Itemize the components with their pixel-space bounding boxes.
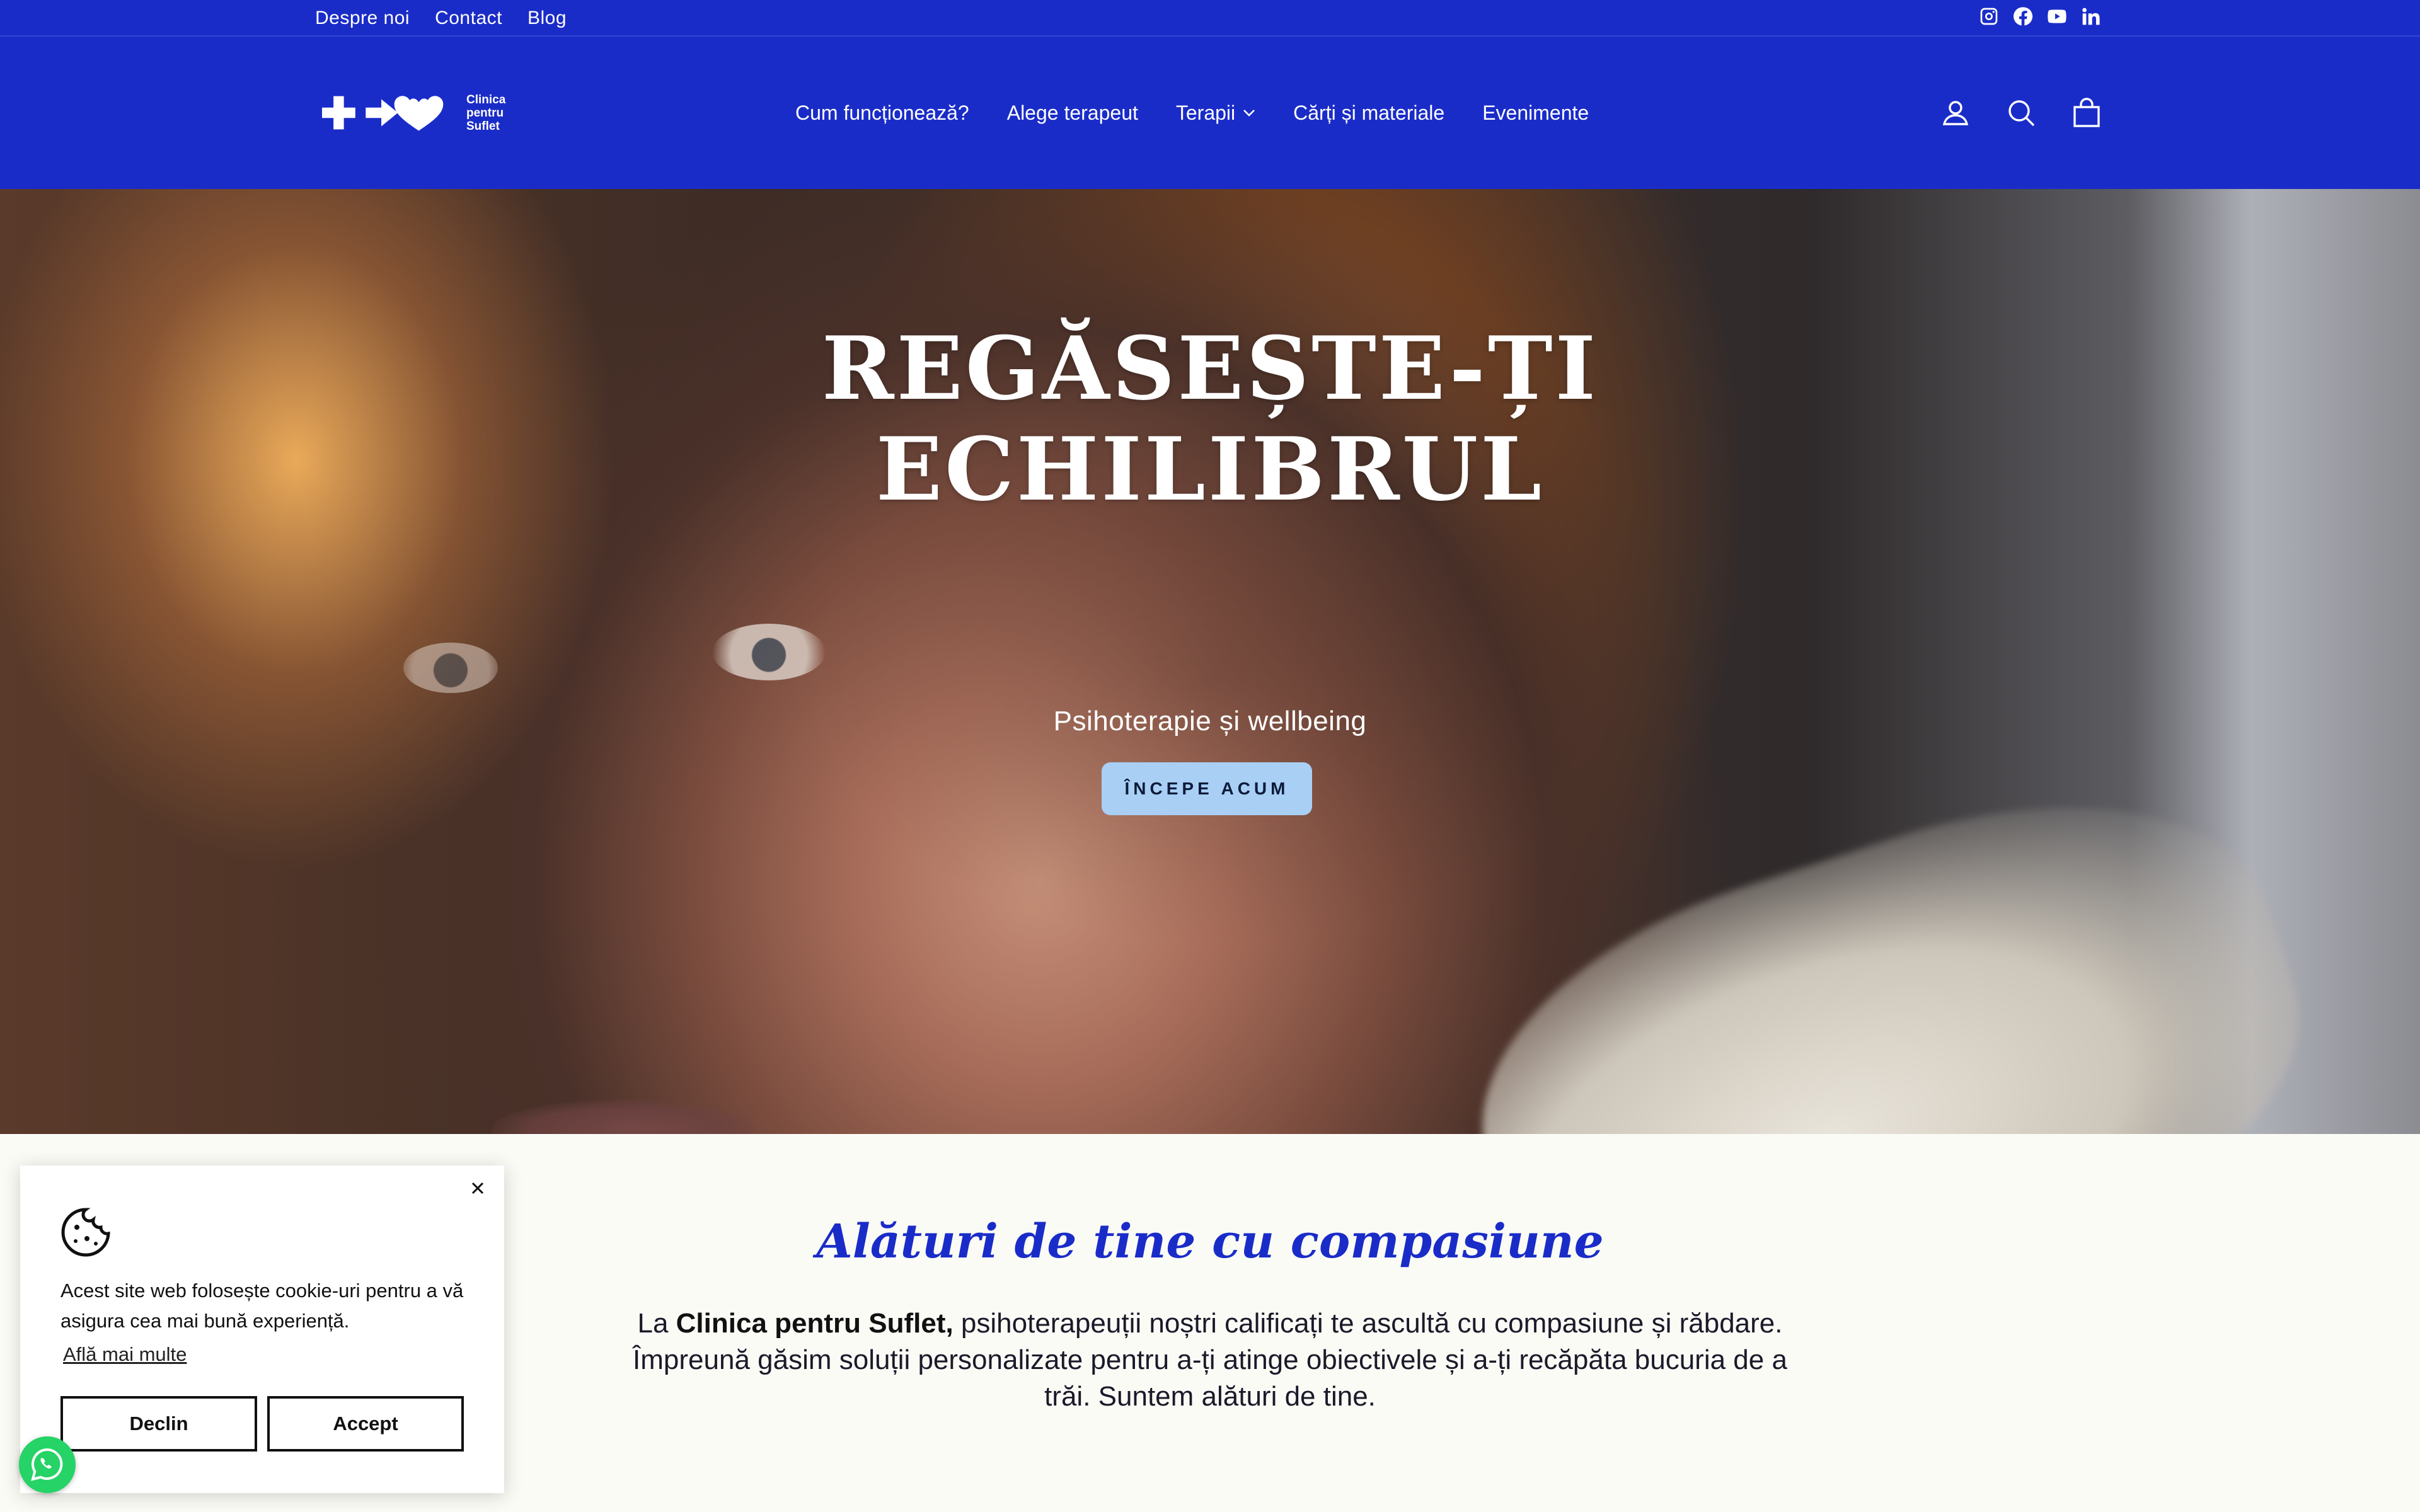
logo-symbols: [322, 96, 444, 131]
main-navigation: Cum funcționează? Alege terapeut Terapii…: [795, 37, 1589, 189]
cookie-learn-more-link[interactable]: Află mai multe: [63, 1343, 187, 1366]
youtube-icon[interactable]: [2046, 6, 2068, 27]
nav-cum-functioneaza[interactable]: Cum funcționează?: [795, 101, 969, 125]
top-links: Despre noi Contact Blog: [315, 0, 567, 37]
social-links: [1978, 0, 2102, 33]
link-blog[interactable]: Blog: [527, 8, 567, 29]
nav-evenimente[interactable]: Evenimente: [1482, 101, 1589, 125]
nav-terapii-dropdown[interactable]: Terapii: [1176, 101, 1255, 125]
link-despre-noi[interactable]: Despre noi: [315, 8, 410, 29]
intro-clinic-name: Clinica pentru Suflet,: [676, 1308, 954, 1339]
link-contact[interactable]: Contact: [435, 8, 502, 29]
cookie-message: Acest site web folosește cookie-uri pent…: [60, 1280, 464, 1332]
whatsapp-icon: [31, 1448, 63, 1481]
nav-carti-materiale[interactable]: Cărți și materiale: [1293, 101, 1444, 125]
top-utility-bar: Despre noi Contact Blog: [0, 0, 2420, 37]
start-now-button[interactable]: ÎNCEPE ACUM: [1102, 762, 1312, 815]
linkedin-icon[interactable]: [2080, 6, 2102, 27]
intro-paragraph: La Clinica pentru Suflet, psihoterapeuți…: [633, 1308, 1787, 1412]
chevron-down-icon: [1243, 110, 1255, 117]
facebook-icon[interactable]: [2012, 6, 2034, 27]
cookie-consent-popup: Acest site web folosește cookie-uri pent…: [20, 1166, 504, 1493]
hero-subtitle: Psihoterapie și wellbeing: [1053, 706, 1367, 736]
decline-button[interactable]: Declin: [60, 1396, 257, 1452]
main-header: Clinica pentru Suflet Cum funcționează? …: [0, 37, 2420, 189]
nav-alege-terapeut[interactable]: Alege terapeut: [1007, 101, 1138, 125]
header-actions: [1940, 37, 2102, 189]
accept-button[interactable]: Accept: [267, 1396, 464, 1452]
whatsapp-chat-button[interactable]: [19, 1436, 76, 1493]
cookie-icon: [59, 1206, 112, 1259]
close-icon[interactable]: [468, 1178, 488, 1198]
site-logo[interactable]: Clinica pentru Suflet: [315, 92, 505, 134]
logo-wordmark: Clinica pentru Suflet: [466, 93, 506, 133]
hero-title: REGĂSEȘTE-ȚI ECHILIBRUL: [821, 317, 1599, 520]
instagram-icon[interactable]: [1978, 6, 2000, 27]
cart-icon[interactable]: [2071, 98, 2102, 128]
account-icon[interactable]: [1940, 98, 1971, 128]
search-icon[interactable]: [2006, 98, 2036, 128]
